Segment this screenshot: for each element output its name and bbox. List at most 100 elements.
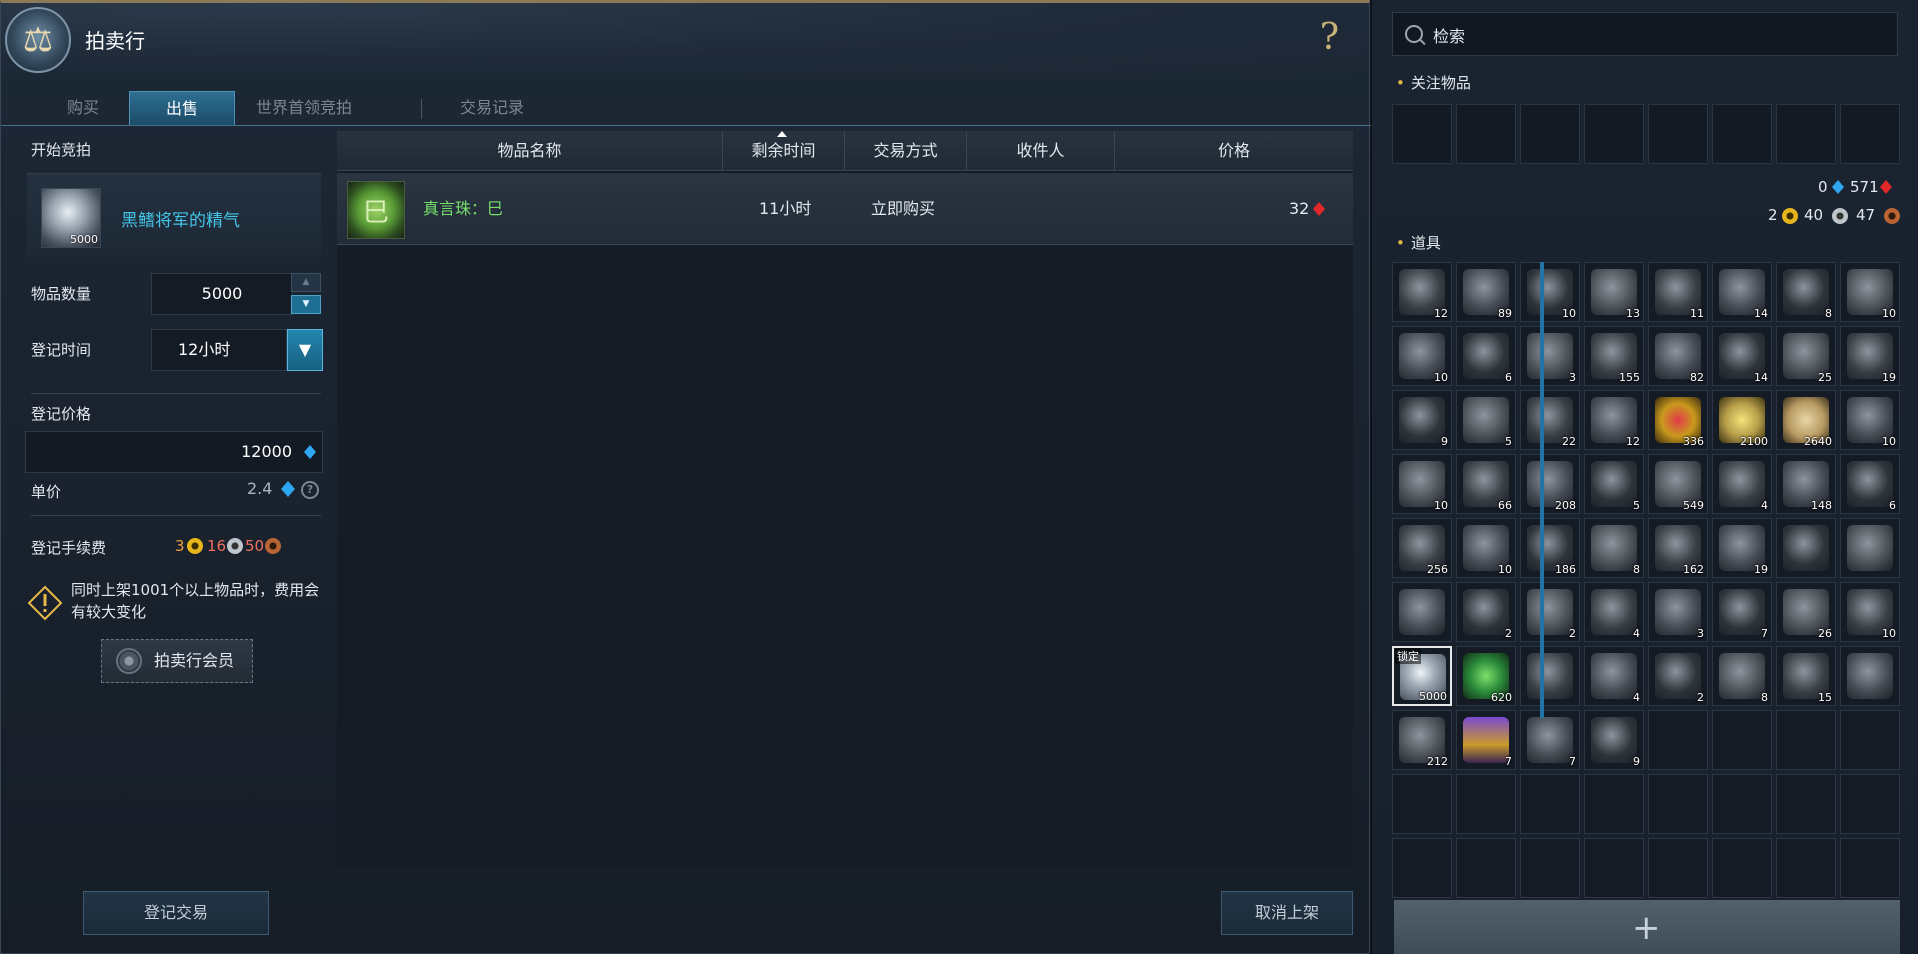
col-price[interactable]: 价格	[1115, 131, 1353, 171]
inventory-slot[interactable]: 8	[1712, 646, 1772, 706]
tab-sell[interactable]: 出售	[129, 91, 235, 125]
inventory-slot[interactable]: 66	[1456, 454, 1516, 514]
inventory-slot[interactable]	[1712, 774, 1772, 834]
inventory-slot[interactable]: 4	[1584, 646, 1644, 706]
tab-trade-history[interactable]: 交易记录	[437, 91, 547, 125]
inventory-slot[interactable]: 148	[1776, 454, 1836, 514]
inventory-slot[interactable]: 10	[1840, 262, 1900, 322]
inventory-slot[interactable]: 19	[1712, 518, 1772, 578]
inventory-slot[interactable]	[1392, 838, 1452, 898]
tab-buy[interactable]: 购买	[37, 91, 129, 125]
inventory-slot[interactable]: 12	[1584, 390, 1644, 450]
quantity-down-button[interactable]: ▼	[291, 295, 321, 314]
inventory-slot[interactable]	[1584, 838, 1644, 898]
inventory-slot[interactable]	[1392, 582, 1452, 642]
inventory-slot[interactable]: 212	[1392, 710, 1452, 770]
inventory-slot[interactable]: 186	[1520, 518, 1580, 578]
inventory-slot[interactable]	[1776, 838, 1836, 898]
inventory-slot[interactable]: 155	[1584, 326, 1644, 386]
search-input[interactable]: 检索	[1392, 12, 1898, 56]
favorite-slot[interactable]	[1712, 104, 1772, 164]
col-item-name[interactable]: 物品名称	[337, 131, 723, 171]
inventory-slot[interactable]: 22	[1520, 390, 1580, 450]
inventory-slot[interactable]: 82	[1648, 326, 1708, 386]
inventory-scrollbar[interactable]	[1540, 262, 1544, 718]
inventory-slot[interactable]: 6	[1456, 326, 1516, 386]
inventory-slot[interactable]: 3	[1648, 582, 1708, 642]
inventory-slot[interactable]	[1840, 838, 1900, 898]
inventory-slot[interactable]: 162	[1648, 518, 1708, 578]
inventory-slot[interactable]: 10	[1392, 326, 1452, 386]
favorite-slot[interactable]	[1456, 104, 1516, 164]
duration-select[interactable]: 12小时	[151, 329, 287, 371]
register-trade-button[interactable]: 登记交易	[83, 891, 269, 935]
inventory-slot[interactable]: 15	[1776, 646, 1836, 706]
inventory-slot[interactable]: 14	[1712, 262, 1772, 322]
inventory-slot[interactable]: 89	[1456, 262, 1516, 322]
favorite-slot[interactable]	[1392, 104, 1452, 164]
inventory-slot[interactable]: 7	[1712, 582, 1772, 642]
inventory-slot[interactable]: 10	[1392, 454, 1452, 514]
inventory-slot[interactable]: 25	[1776, 326, 1836, 386]
inventory-slot[interactable]: 336	[1648, 390, 1708, 450]
inventory-slot[interactable]	[1840, 710, 1900, 770]
col-trade-method[interactable]: 交易方式	[845, 131, 967, 171]
price-input[interactable]: 12000	[25, 431, 323, 473]
inventory-slot[interactable]: 9	[1392, 390, 1452, 450]
inventory-slot[interactable]: 2	[1648, 646, 1708, 706]
inventory-slot[interactable]: 19	[1840, 326, 1900, 386]
inventory-slot[interactable]	[1520, 774, 1580, 834]
inventory-slot[interactable]: 10	[1520, 262, 1580, 322]
inventory-slot[interactable]	[1776, 710, 1836, 770]
inventory-slot[interactable]	[1584, 774, 1644, 834]
inventory-slot[interactable]	[1840, 646, 1900, 706]
inventory-slot[interactable]	[1648, 774, 1708, 834]
table-row[interactable]: 巳 真言珠：巳 11小时 立即购买 32	[337, 173, 1353, 245]
favorite-slot[interactable]	[1648, 104, 1708, 164]
inventory-slot[interactable]: 10	[1456, 518, 1516, 578]
cancel-listing-button[interactable]: 取消上架	[1221, 891, 1353, 935]
help-icon[interactable]: ?	[1320, 17, 1339, 58]
plus-icon[interactable]: +	[1632, 908, 1661, 948]
quantity-input[interactable]: 5000	[151, 273, 293, 315]
inventory-slot[interactable]: 8	[1776, 262, 1836, 322]
inventory-slot[interactable]	[1648, 710, 1708, 770]
selected-item-box[interactable]: 5000 黑鳍将军的精气	[27, 173, 321, 257]
inventory-slot[interactable]: 26	[1776, 582, 1836, 642]
inventory-slot[interactable]: 5	[1456, 390, 1516, 450]
inventory-slot[interactable]	[1840, 774, 1900, 834]
favorite-slot[interactable]	[1776, 104, 1836, 164]
inventory-slot[interactable]	[1392, 774, 1452, 834]
col-remaining-time[interactable]: 剩余时间	[723, 131, 845, 171]
inventory-slot[interactable]: 5	[1584, 454, 1644, 514]
inventory-slot[interactable]	[1712, 710, 1772, 770]
inventory-slot[interactable]	[1456, 838, 1516, 898]
inventory-slot[interactable]: 8	[1584, 518, 1644, 578]
inventory-slot[interactable]: 11	[1648, 262, 1708, 322]
inventory-slot[interactable]: 12	[1392, 262, 1452, 322]
auction-member-button[interactable]: 拍卖行会员	[101, 639, 253, 683]
favorite-slot[interactable]	[1520, 104, 1580, 164]
favorite-slot[interactable]	[1584, 104, 1644, 164]
inventory-slot[interactable]: 13	[1584, 262, 1644, 322]
duration-dropdown-button[interactable]: ▼	[287, 329, 323, 371]
inventory-slot[interactable]: 4	[1584, 582, 1644, 642]
inventory-slot[interactable]: 14	[1712, 326, 1772, 386]
quantity-up-button[interactable]: ▲	[291, 273, 321, 292]
inventory-slot[interactable]: 10	[1840, 582, 1900, 642]
inventory-slot[interactable]: 7	[1456, 710, 1516, 770]
inventory-slot[interactable]: 208	[1520, 454, 1580, 514]
inventory-slot[interactable]	[1648, 838, 1708, 898]
inventory-slot[interactable]	[1776, 518, 1836, 578]
inventory-slot[interactable]	[1776, 774, 1836, 834]
inventory-slot[interactable]	[1456, 774, 1516, 834]
tab-world-boss-auction[interactable]: 世界首领竞拍	[241, 91, 367, 125]
inventory-slot[interactable]: 2	[1520, 582, 1580, 642]
inventory-slot[interactable]	[1520, 646, 1580, 706]
inventory-slot[interactable]: 3	[1520, 326, 1580, 386]
favorite-slot[interactable]	[1840, 104, 1900, 164]
inventory-slot[interactable]	[1840, 518, 1900, 578]
inventory-slot[interactable]	[1520, 838, 1580, 898]
inventory-slot[interactable]: 549	[1648, 454, 1708, 514]
inventory-slot[interactable]: 2	[1456, 582, 1516, 642]
